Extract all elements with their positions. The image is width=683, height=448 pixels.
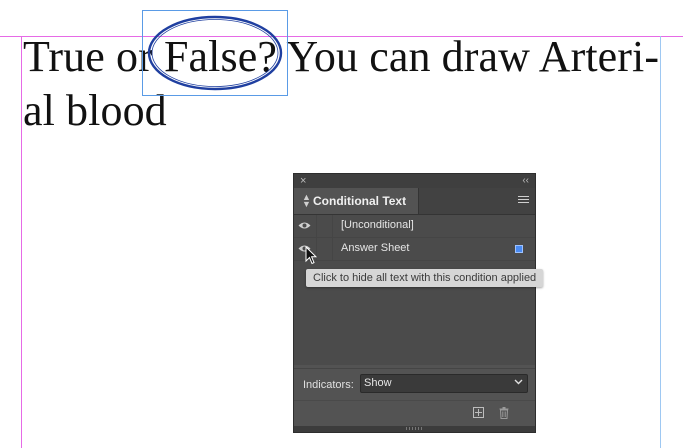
indicators-label: Indicators: (303, 379, 354, 391)
visibility-toggle[interactable] (294, 215, 317, 237)
oval-shape[interactable] (146, 14, 284, 92)
condition-color-swatch (515, 245, 523, 253)
condition-list: [Unconditional] Answer Sheet (294, 215, 535, 365)
tab-label: Conditional Text (313, 194, 407, 208)
document-line-1: True or False? You can draw Arteri- (23, 32, 660, 81)
chevron-down-icon (514, 379, 523, 385)
condition-spacer-cell (316, 238, 333, 260)
panel-titlebar[interactable]: × ‹‹ (294, 174, 535, 188)
indicators-value: Show (364, 377, 392, 389)
new-condition-button[interactable] (473, 407, 484, 418)
tab-conditional-text[interactable]: ▲ ▼ Conditional Text (294, 188, 419, 214)
panel-resize-grip[interactable] (294, 426, 535, 432)
panel-tabbar: ▲ ▼ Conditional Text (294, 188, 535, 215)
close-icon[interactable]: × (300, 174, 306, 188)
condition-label: Answer Sheet (341, 242, 410, 254)
indicators-row: Indicators: Show (294, 368, 535, 399)
condition-spacer-cell (316, 215, 333, 237)
tooltip: Click to hide all text with this conditi… (306, 269, 544, 287)
condition-label: [Unconditional] (341, 219, 414, 231)
trash-icon[interactable] (499, 407, 509, 419)
panel-menu-icon[interactable] (518, 196, 529, 205)
document-text-frame[interactable]: True or False? You can draw Arteri- al b… (23, 30, 663, 138)
eye-icon (298, 222, 311, 229)
conditional-text-panel: × ‹‹ ▲ ▼ Conditional Text [Unconditional] (293, 173, 536, 433)
left-margin-guide (21, 36, 22, 448)
mouse-pointer-icon (305, 246, 317, 265)
condition-row-answer-sheet[interactable]: Answer Sheet (294, 238, 535, 261)
collapse-icon[interactable]: ‹‹ (522, 174, 529, 188)
indicators-dropdown[interactable]: Show (360, 374, 528, 393)
updown-arrows-icon: ▲ ▼ (302, 192, 311, 209)
panel-footer (294, 400, 535, 427)
condition-row-unconditional[interactable]: [Unconditional] (294, 215, 535, 238)
document-line-2: al blood (23, 86, 167, 135)
